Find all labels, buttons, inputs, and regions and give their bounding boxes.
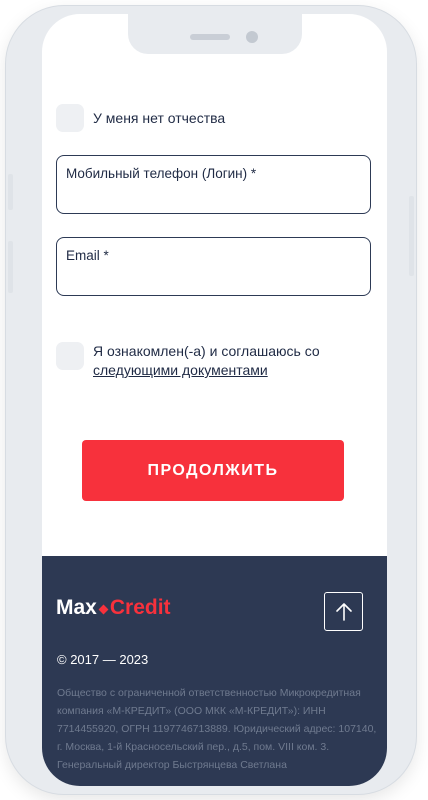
arrow-up-icon [336,603,352,621]
no-patronymic-checkbox[interactable] [56,104,84,132]
logo-credit: Credit [109,596,171,619]
footer: Max Credit © 2017 — 2023 Общество с огра… [42,556,387,786]
documents-link[interactable]: следующими документами [93,362,268,378]
consent-checkbox[interactable] [56,342,84,370]
consent-row[interactable]: Я ознакомлен(-а) и соглашаюсь со следующ… [56,342,343,380]
legal-text: Общество с ограниченной ответственностью… [57,687,377,771]
phone-screen: У меня нет отчества Мобильный телефон (Л… [42,14,387,786]
maxcredit-logo[interactable]: Max Credit [56,596,171,620]
phone-side-button [409,196,414,276]
phone-field[interactable]: Мобильный телефон (Логин) * [56,155,371,214]
logo-dot-icon [98,604,109,615]
phone-side-button [8,174,13,210]
phone-notch [128,14,302,54]
copyright: © 2017 — 2023 [57,652,149,667]
email-field[interactable]: Email * [56,237,371,296]
scroll-to-top-button[interactable] [324,592,363,631]
no-patronymic-row[interactable]: У меня нет отчества [56,104,225,132]
speaker-icon [190,34,230,40]
no-patronymic-label: У меня нет отчества [93,110,226,126]
camera-icon [246,31,258,43]
consent-label: Я ознакомлен(-а) и соглашаюсь со следующ… [93,342,343,380]
phone-field-label: Мобильный телефон (Логин) * [66,166,257,181]
email-field-label: Email * [66,248,109,263]
phone-side-button [8,241,13,293]
consent-text: Я ознакомлен(-а) и соглашаюсь со [93,343,320,359]
logo-max: Max [56,596,97,619]
continue-button[interactable]: ПРОДОЛЖИТЬ [82,440,344,501]
